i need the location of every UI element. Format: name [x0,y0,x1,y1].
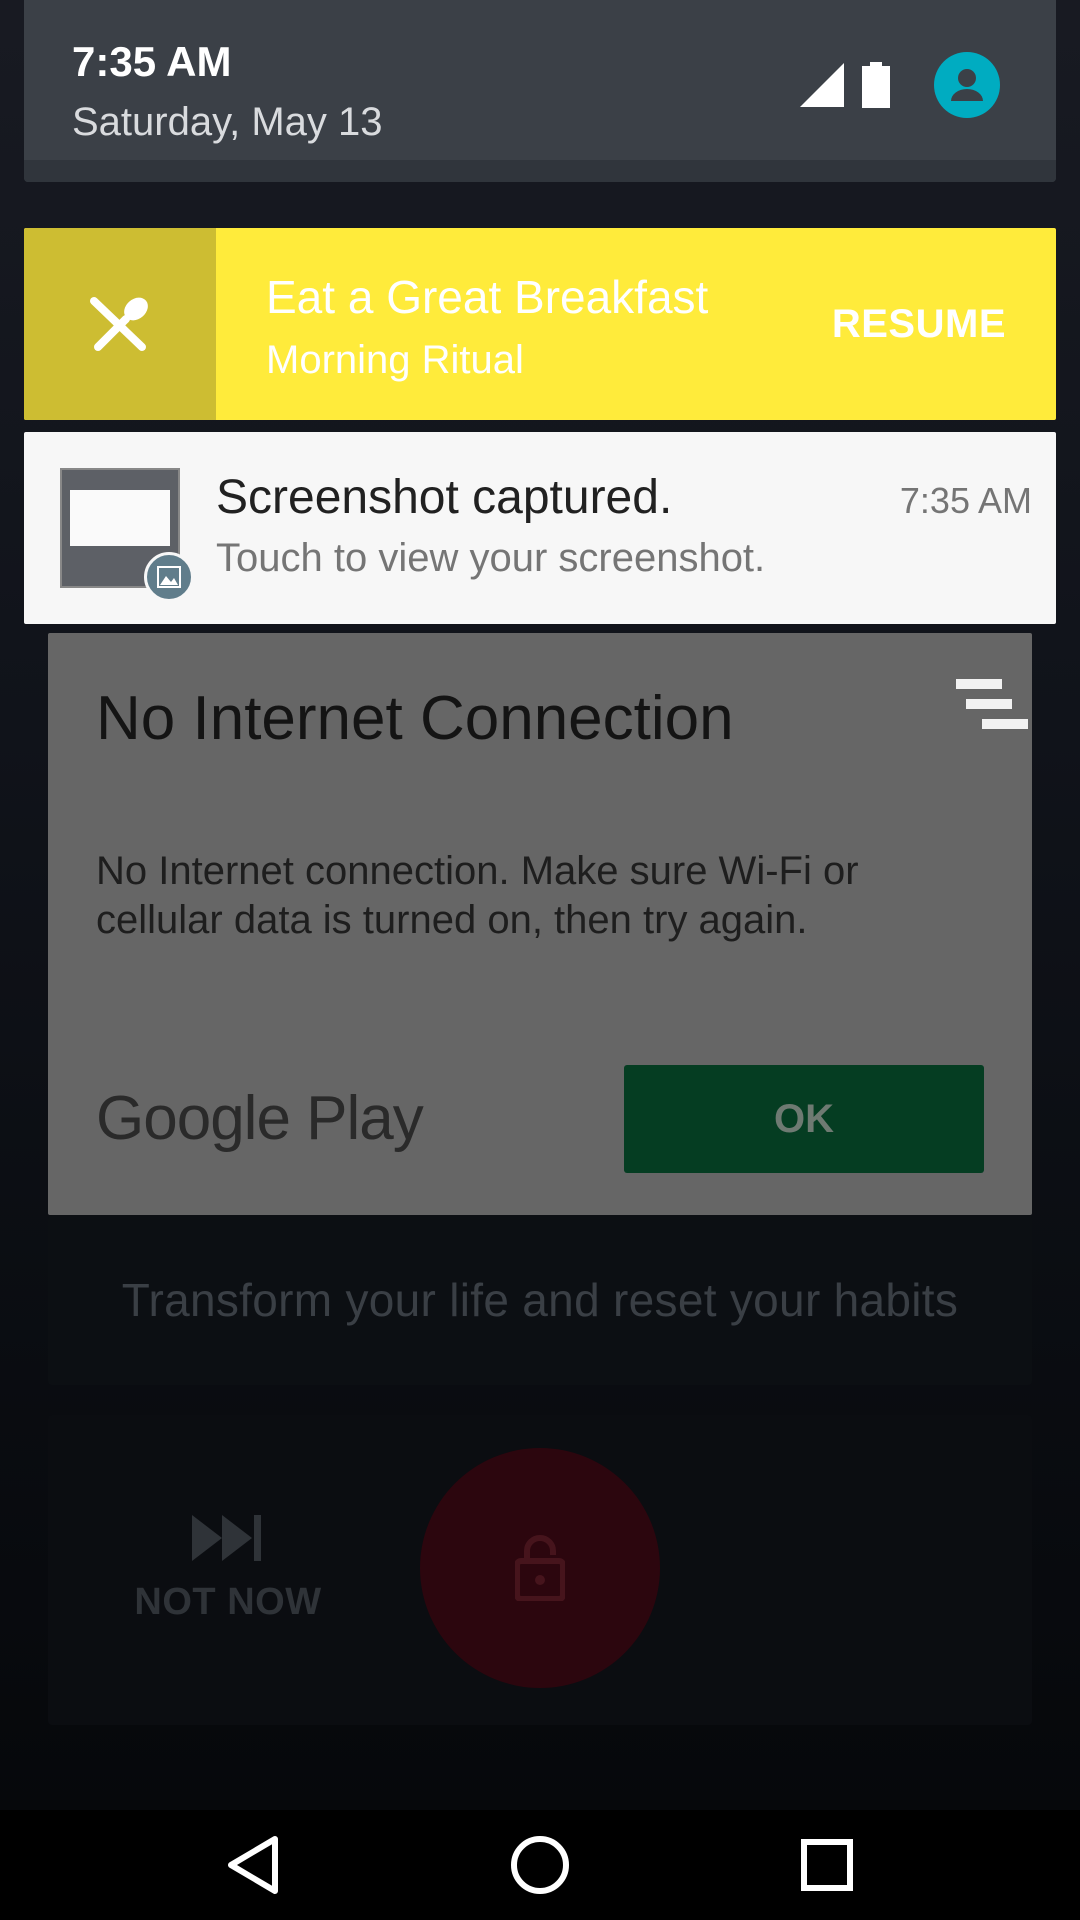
recents-icon [800,1839,853,1891]
screenshot-title: Screenshot captured. [216,471,673,524]
resume-button[interactable]: RESUME [832,302,1006,347]
image-icon [144,552,194,602]
not-now-button[interactable]: NOT NOW [128,1515,328,1624]
fork-knife-icon [90,297,148,351]
lock-open-icon [515,1535,565,1601]
action-card: NOT NOW [48,1415,1032,1725]
signal-icon [800,63,844,107]
tagline-card: Transform your life and reset your habit… [48,1215,1032,1385]
clock: 7:35 AM [72,38,232,85]
shade-handle[interactable] [24,160,1056,182]
battery-icon [862,62,890,108]
thumbnail-preview [70,490,170,546]
ritual-notification[interactable]: Eat a Great Breakfast Morning Ritual RES… [24,228,1056,420]
back-icon [228,1836,279,1894]
ritual-texts: Eat a Great Breakfast Morning Ritual [216,228,832,420]
no-connection-dialog: No Internet Connection No Internet conne… [48,633,1032,1215]
stacked-lines-icon [956,679,1028,729]
not-now-label: NOT NOW [134,1581,322,1623]
dialog-title: No Internet Connection [96,684,734,753]
recents-button[interactable] [772,1810,882,1920]
status-icons [800,52,1000,118]
account-icon[interactable] [934,52,1000,118]
home-icon [510,1836,569,1894]
screenshot-subtitle: Touch to view your screenshot. [216,536,766,580]
ritual-subtitle: Morning Ritual [266,338,524,382]
date: Saturday, May 13 [72,100,383,144]
tagline-text: Transform your life and reset your habit… [121,1274,959,1326]
screenshot-time: 7:35 AM [899,480,1032,521]
screenshot-notification[interactable]: Screenshot captured. Touch to view your … [24,432,1056,624]
unlock-button[interactable] [420,1448,660,1688]
google-play-logo: Google Play [96,1084,424,1153]
home-button[interactable] [485,1810,595,1920]
back-button[interactable] [198,1810,308,1920]
dialog-message: No Internet connection. Make sure Wi-Fi … [96,849,859,942]
notification-shade-header: 7:35 AM Saturday, May 13 [24,0,1056,182]
skip-forward-icon [192,1515,261,1561]
ritual-title: Eat a Great Breakfast [266,271,709,323]
navigation-bar [0,1810,1080,1920]
ritual-icon-box [24,228,216,420]
ok-button[interactable]: OK [624,1065,984,1173]
